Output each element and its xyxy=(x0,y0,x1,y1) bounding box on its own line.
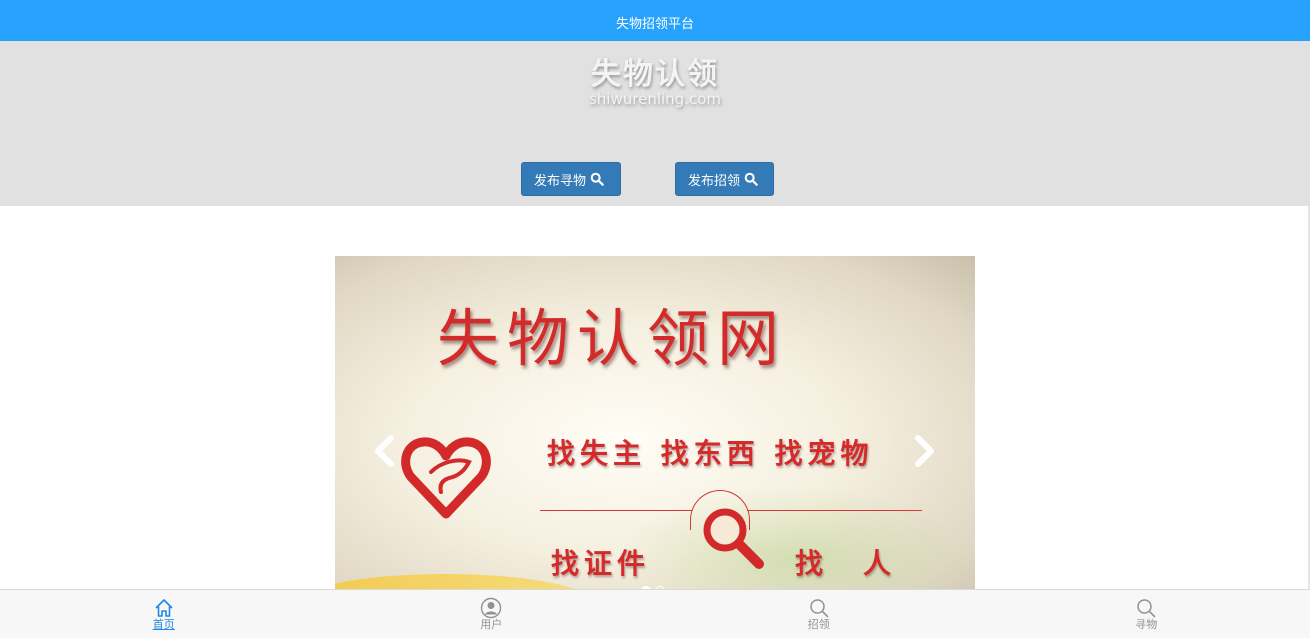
publish-lost-button[interactable]: 发布寻物 xyxy=(521,162,621,196)
slide-title: 失物认领网 xyxy=(437,302,788,375)
chevron-right-icon[interactable] xyxy=(910,434,938,468)
tab-user-label: 用户 xyxy=(480,617,503,631)
bottom-tab-bar: 首页 用户 招领 寻物 xyxy=(0,589,1310,638)
slide-rule-left xyxy=(540,510,692,511)
tab-found-label: 招领 xyxy=(807,617,830,631)
search-icon xyxy=(744,172,758,186)
slide-rule-right xyxy=(747,510,922,511)
tab-lost[interactable]: 寻物 xyxy=(983,590,1310,638)
chevron-left-icon[interactable] xyxy=(371,434,399,468)
tab-lost-label: 寻物 xyxy=(1135,617,1158,631)
top-bar: 失物招领平台 xyxy=(0,0,1310,41)
slide-line2: 找证件 xyxy=(551,547,651,580)
image-carousel[interactable]: 失物认领网 找失主 找东西 找宠物 找证件 找人 xyxy=(335,256,975,590)
tab-user[interactable]: 用户 xyxy=(328,590,656,638)
magnifier-icon xyxy=(703,508,764,569)
site-logo[interactable]: 失物认领 shiwurenling.com xyxy=(575,57,735,107)
slide-line1: 找失主 找东西 找宠物 xyxy=(547,437,874,470)
publish-found-button[interactable]: 发布招领 xyxy=(675,162,774,196)
publish-found-label: 发布招领 xyxy=(688,173,741,189)
search-icon xyxy=(590,172,604,186)
logo-title: 失物认领 xyxy=(591,57,719,92)
heart-hand-icon xyxy=(401,437,491,519)
logo-subtitle: shiwurenling.com xyxy=(588,90,721,108)
page-title: 失物招领平台 xyxy=(615,17,694,32)
tab-home[interactable]: 首页 xyxy=(0,590,328,638)
publish-lost-label: 发布寻物 xyxy=(534,173,587,189)
slide-line3: 找人 xyxy=(795,547,932,580)
tab-found[interactable]: 招领 xyxy=(655,590,983,638)
tab-home-label: 首页 xyxy=(152,617,175,631)
hero-banner: 失物认领 shiwurenling.com 发布寻物 发布招领 xyxy=(0,41,1310,206)
